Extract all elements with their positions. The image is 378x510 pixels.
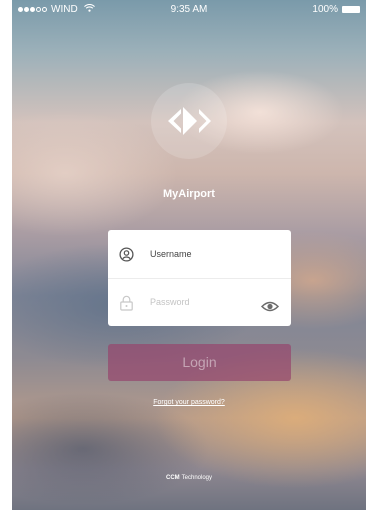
- lock-icon: [119, 295, 134, 315]
- app-name: MyAirport: [163, 188, 215, 200]
- diamond-arrow-logo-icon: [165, 103, 213, 143]
- password-row: [108, 278, 291, 326]
- battery-icon: [342, 6, 360, 13]
- login-screen: WIND 9:35 AM 100% MyAirport Username Log…: [12, 0, 366, 510]
- username-input[interactable]: [150, 245, 260, 263]
- status-right: 100%: [312, 4, 360, 15]
- show-password-eye-icon[interactable]: [260, 297, 280, 316]
- user-circle-icon: [119, 247, 134, 266]
- forgot-password-link[interactable]: Forgot your password?: [12, 399, 366, 406]
- username-row: [108, 230, 291, 279]
- footer-brand-suffix: Technology: [181, 475, 213, 481]
- status-bar: WIND 9:35 AM 100%: [12, 0, 366, 20]
- app-logo: [151, 83, 227, 159]
- password-input[interactable]: [150, 293, 260, 311]
- battery-percent: 100%: [312, 4, 338, 15]
- footer-brand: CCM Technology: [12, 475, 366, 481]
- login-form-card: [108, 230, 291, 326]
- footer-brand-name: CCM: [165, 475, 180, 481]
- login-button[interactable]: Login: [108, 344, 291, 381]
